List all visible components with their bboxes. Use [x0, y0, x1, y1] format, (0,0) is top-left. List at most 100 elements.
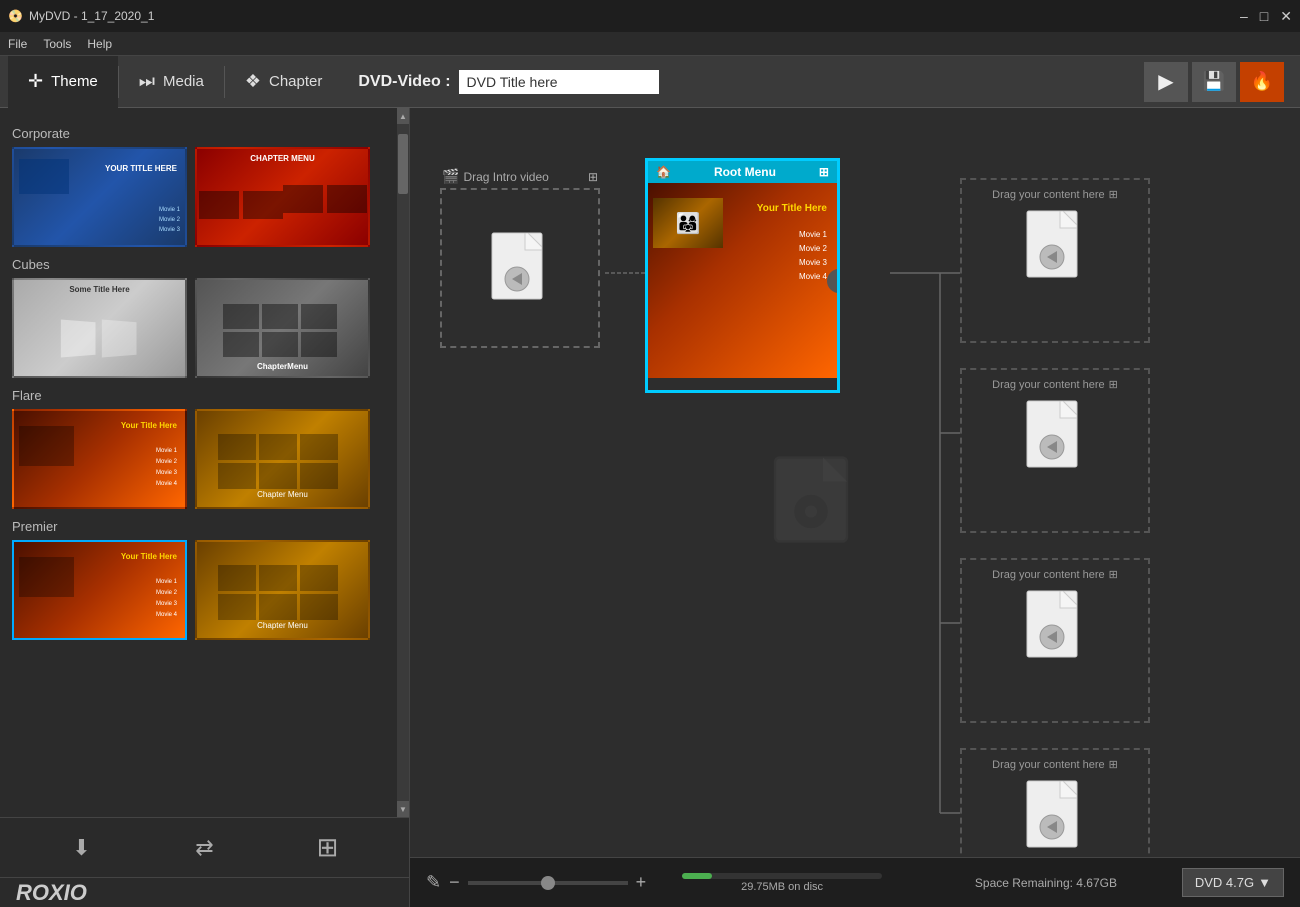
- save-icon: 💾: [1203, 71, 1225, 92]
- tab-chapter-label: Chapter: [269, 73, 322, 90]
- content-zone-3[interactable]: Drag your content here ⊞: [960, 558, 1150, 723]
- minimize-button[interactable]: –: [1240, 8, 1248, 25]
- category-corporate: Corporate: [12, 126, 385, 141]
- refresh-icon: ⇄: [195, 835, 213, 861]
- toolbar: ✛ Theme ⏭ Media ❖ Chapter DVD-Video : ▶ …: [0, 56, 1300, 108]
- theme-scrollbar[interactable]: ▲ ▼: [397, 108, 409, 817]
- root-menu-box[interactable]: 🏠 Root Menu ⊞ 👨‍👩‍👧 Your Title Here: [645, 158, 840, 393]
- zone-1-file-icon: [1025, 209, 1085, 284]
- status-edit-icon[interactable]: ✎: [426, 872, 441, 893]
- intro-video-zone[interactable]: 🎬 Drag Intro video ⊞: [440, 188, 600, 348]
- menu-grid-icon: ⊞: [819, 165, 829, 179]
- root-menu-preview: 👨‍👩‍👧 Your Title Here Movie 1 Movie 2 Mo…: [648, 183, 837, 378]
- dvd-title-area: DVD-Video :: [342, 70, 1144, 94]
- zone-1-label: Drag your content here: [992, 189, 1105, 201]
- disc-type-button[interactable]: DVD 4.7G ▼: [1182, 868, 1284, 897]
- zone-1-header: Drag your content here ⊞: [992, 188, 1118, 201]
- zone-4-grid-icon: ⊞: [1109, 758, 1118, 771]
- add-button[interactable]: ⊞: [303, 828, 353, 868]
- grid-icon: ⊞: [588, 170, 598, 184]
- titlebar-title: 📀 MyDVD - 1_17_2020_1: [8, 9, 154, 23]
- menu-help[interactable]: Help: [87, 37, 112, 51]
- zone-3-file-icon: [1025, 589, 1085, 664]
- theme-item-flare2[interactable]: Chapter Menu: [195, 409, 370, 509]
- theme-item-cubes1[interactable]: Some Title Here: [12, 278, 187, 378]
- zoom-minus-button[interactable]: −: [449, 872, 460, 893]
- roxio-logo: ROXIO: [16, 880, 87, 906]
- intro-header: 🎬 Drag Intro video ⊞: [442, 168, 598, 185]
- app-icon: 📀: [8, 9, 23, 23]
- dvd-title-input[interactable]: [459, 70, 659, 94]
- zone-2-label: Drag your content here: [992, 379, 1105, 391]
- intro-file-icon: [490, 231, 550, 306]
- burn-icon: 🔥: [1251, 71, 1273, 92]
- left-panel-inner: Corporate YOUR TITLE HERE Movie 1Movie 2…: [0, 108, 409, 817]
- statusbar-left: ✎ − +: [426, 872, 646, 893]
- tab-chapter[interactable]: ❖ Chapter: [225, 56, 343, 108]
- menu-tools[interactable]: Tools: [43, 37, 71, 51]
- tab-theme-label: Theme: [51, 73, 98, 90]
- preview-photo: 👨‍👩‍👧: [653, 198, 723, 248]
- titlebar-text: MyDVD - 1_17_2020_1: [29, 9, 154, 23]
- zone-4-file-icon: [1025, 779, 1085, 854]
- film-icon: 🎬: [442, 168, 459, 185]
- play-icon: ▶: [1158, 69, 1173, 94]
- theme-item-premier2[interactable]: Chapter Menu: [195, 540, 370, 640]
- titlebar: 📀 MyDVD - 1_17_2020_1 – □ ✕: [0, 0, 1300, 32]
- zone-3-label: Drag your content here: [992, 569, 1105, 581]
- content-zone-2[interactable]: Drag your content here ⊞: [960, 368, 1150, 533]
- theme-item-corp1[interactable]: YOUR TITLE HERE Movie 1Movie 2Movie 3: [12, 147, 187, 247]
- theme-item-cubes2[interactable]: ChapterMenu: [195, 278, 370, 378]
- play-button[interactable]: ▶: [1144, 62, 1188, 102]
- refresh-button[interactable]: ⇄: [180, 828, 230, 868]
- theme-grid-cubes: Some Title Here ChapterMenu: [12, 278, 385, 378]
- maximize-button[interactable]: □: [1260, 8, 1268, 25]
- chapter-icon: ❖: [245, 71, 261, 92]
- content: Corporate YOUR TITLE HERE Movie 1Movie 2…: [0, 108, 1300, 907]
- dvd-label: DVD-Video :: [358, 73, 450, 91]
- disc-type-label: DVD 4.7G: [1195, 875, 1254, 890]
- preview-title: Your Title Here: [757, 203, 827, 214]
- scroll-thumb[interactable]: [398, 134, 408, 194]
- content-zone-4[interactable]: Drag your content here ⊞: [960, 748, 1150, 857]
- tab-theme[interactable]: ✛ Theme: [8, 56, 118, 108]
- home-icon: 🏠: [656, 165, 671, 179]
- theme-item-premier1[interactable]: Your Title Here Movie 1Movie 2Movie 3Mov…: [12, 540, 187, 640]
- theme-item-corp2[interactable]: CHAPTER MENU: [195, 147, 370, 247]
- theme-list: Corporate YOUR TITLE HERE Movie 1Movie 2…: [0, 108, 397, 817]
- theme-item-flare1[interactable]: Your Title Here Movie 1Movie 2Movie 3Mov…: [12, 409, 187, 509]
- import-button[interactable]: ⬇: [57, 828, 107, 868]
- add-icon: ⊞: [317, 832, 339, 863]
- theme-grid-corporate: YOUR TITLE HERE Movie 1Movie 2Movie 3 CH…: [12, 147, 385, 247]
- watermark: [751, 445, 871, 570]
- save-button[interactable]: 💾: [1192, 62, 1236, 102]
- zoom-slider[interactable]: [468, 881, 628, 885]
- right-panel: 🎬 Drag Intro video ⊞: [410, 108, 1300, 907]
- tab-media[interactable]: ⏭ Media: [119, 56, 224, 108]
- titlebar-controls[interactable]: – □ ✕: [1240, 8, 1292, 25]
- disc-info: 29.75MB on disc: [654, 873, 910, 893]
- content-zone-1[interactable]: Drag your content here ⊞: [960, 178, 1150, 343]
- burn-button[interactable]: 🔥: [1240, 62, 1284, 102]
- zoom-plus-button[interactable]: +: [636, 872, 647, 893]
- preview-nav-button[interactable]: ‹: [827, 269, 837, 293]
- zone-2-file-icon: [1025, 399, 1085, 474]
- disc-type-chevron: ▼: [1258, 875, 1271, 890]
- close-button[interactable]: ✕: [1280, 8, 1292, 25]
- theme-grid-premier: Your Title Here Movie 1Movie 2Movie 3Mov…: [12, 540, 385, 640]
- intro-label: Drag Intro video: [463, 170, 548, 184]
- theme-grid-flare: Your Title Here Movie 1Movie 2Movie 3Mov…: [12, 409, 385, 509]
- theme-icon: ✛: [28, 71, 43, 92]
- import-icon: ⬇: [72, 835, 90, 861]
- root-menu-header: 🏠 Root Menu ⊞: [648, 161, 837, 183]
- category-premier: Premier: [12, 519, 385, 534]
- disc-usage-bar: [682, 873, 882, 879]
- category-cubes: Cubes: [12, 257, 385, 272]
- menu-file[interactable]: File: [8, 37, 27, 51]
- zone-4-label: Drag your content here: [992, 759, 1105, 771]
- scroll-down-button[interactable]: ▼: [397, 801, 409, 817]
- toolbar-actions: ▶ 💾 🔥: [1144, 62, 1292, 102]
- scroll-up-button[interactable]: ▲: [397, 108, 409, 124]
- disc-usage-text: 29.75MB on disc: [654, 881, 910, 893]
- zone-3-header: Drag your content here ⊞: [992, 568, 1118, 581]
